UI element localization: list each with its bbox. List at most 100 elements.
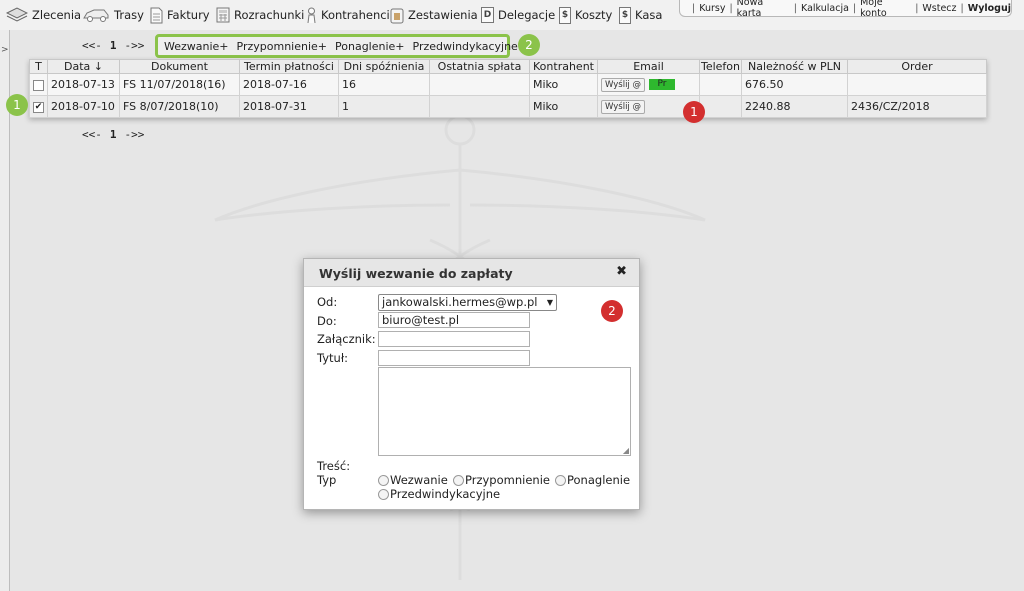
column-header[interactable]: Termin płatności xyxy=(239,59,339,74)
cell-telefon xyxy=(699,95,742,118)
stack-icon xyxy=(6,7,28,22)
prev-page-link[interactable]: <<- xyxy=(82,128,102,141)
nav-item-zestawienia[interactable]: Zestawienia xyxy=(390,4,478,26)
link-nowa-karta[interactable]: Nowa karta xyxy=(737,0,790,19)
from-select[interactable]: jankowalski.hermes@wp.pl ▼ xyxy=(378,294,557,311)
d-icon: D xyxy=(481,7,494,23)
column-header[interactable]: Dni spóźnienia xyxy=(338,59,430,74)
from-select-value: jankowalski.hermes@wp.pl xyxy=(382,295,538,309)
next-page-link[interactable]: ->> xyxy=(125,39,145,52)
separator: | xyxy=(960,2,964,14)
column-header[interactable]: Dokument xyxy=(119,59,240,74)
nav-item-label: Rozrachunki xyxy=(234,8,305,22)
dollar-icon: $ xyxy=(559,6,571,24)
from-label: Od: xyxy=(317,295,338,309)
column-header[interactable]: Telefon xyxy=(699,59,742,74)
to-field[interactable]: biuro@test.pl xyxy=(378,312,530,328)
report-icon xyxy=(390,8,404,23)
dialog-title: Wyślij wezwanie do zapłaty xyxy=(319,266,513,281)
cell-termin: 2018-07-16 xyxy=(239,73,339,96)
link-wstecz[interactable]: Wstecz xyxy=(922,3,956,14)
step-badge-2: 2 xyxy=(518,34,540,56)
subject-label: Tytuł: xyxy=(317,351,348,365)
column-header[interactable]: Ostatnia spłata xyxy=(429,59,530,74)
type-radio-przedwindykacyjne[interactable]: Przedwindykacyjne xyxy=(378,487,500,501)
nav-item-label: Zlecenia xyxy=(32,8,82,22)
nav-item-label: Koszty xyxy=(575,8,613,22)
attachment-label: Załącznik: xyxy=(317,332,376,346)
nav-item-label: Zestawienia xyxy=(408,8,478,22)
send-email-button[interactable]: Wyślij @ xyxy=(601,78,646,92)
type-radio-ponaglenie[interactable]: Ponaglenie xyxy=(555,473,630,487)
cell-kontrahent: Miko xyxy=(529,73,598,96)
dollar-icon: $ xyxy=(619,6,631,24)
status-badge: Pr xyxy=(649,78,676,90)
row-checkbox-checked[interactable]: ✔ xyxy=(33,101,44,113)
person-icon xyxy=(307,7,316,23)
cell-naleznosc: 676.50 xyxy=(741,73,848,96)
attachment-field[interactable] xyxy=(378,331,530,347)
nav-item-label: Delegacje xyxy=(498,8,556,22)
cell-naleznosc: 2240.88 xyxy=(741,95,848,118)
column-header[interactable]: Data ↓ xyxy=(47,59,120,74)
link-przedwindykacyjne[interactable]: Przedwindykacyjne+ xyxy=(413,40,528,53)
nav-item-kontrahenci[interactable]: Kontrahenci xyxy=(306,4,390,26)
link-kursy[interactable]: Kursy xyxy=(699,3,725,14)
logout-link[interactable]: Wyloguj xyxy=(968,3,1011,14)
close-icon[interactable]: ✖ xyxy=(616,264,627,279)
to-label: Do: xyxy=(317,314,337,328)
prev-page-link[interactable]: <<- xyxy=(82,39,102,52)
reminder-type-links: Wezwanie+ Przypomnienie+ Ponaglenie+ Prz… xyxy=(155,34,527,58)
nav-item-label: Trasy xyxy=(114,8,144,22)
radio-icon xyxy=(453,475,464,486)
type-radio-przypomnienie[interactable]: Przypomnienie xyxy=(453,473,550,487)
nav-item-kasa[interactable]: $ Kasa xyxy=(619,4,662,26)
column-header[interactable]: T xyxy=(29,59,48,74)
column-header[interactable]: Email xyxy=(597,59,700,74)
car-icon xyxy=(83,9,109,22)
row-checkbox-cell: ✔ xyxy=(29,95,48,118)
cell-dokument: FS 11/07/2018(16) xyxy=(119,73,240,96)
type-radio-wezwanie[interactable]: Wezwanie xyxy=(378,473,448,487)
link-moje-konto[interactable]: Moje konto xyxy=(860,0,911,19)
nav-item-trasy[interactable]: Trasy xyxy=(82,4,144,26)
link-przypomnienie[interactable]: Przypomnienie+ xyxy=(237,40,327,53)
next-page-link[interactable]: ->> xyxy=(125,128,145,141)
nav-item-koszty[interactable]: $ Koszty xyxy=(559,4,612,26)
cell-dni: 1 xyxy=(338,95,430,118)
radio-label: Wezwanie xyxy=(390,473,448,487)
separator: | xyxy=(793,2,797,14)
account-menu: | Kursy | Nowa karta | Kalkulacja | Moje… xyxy=(679,0,1012,19)
left-sidebar-toggle[interactable]: > xyxy=(0,30,10,591)
link-wezwanie[interactable]: Wezwanie+ xyxy=(164,40,229,53)
column-header[interactable]: Kontrahent xyxy=(529,59,598,74)
dialog-header: Wyślij wezwanie do zapłaty ✖ xyxy=(304,259,639,287)
nav-item-faktury[interactable]: Faktury xyxy=(150,4,210,26)
column-header[interactable]: Należność w PLN xyxy=(741,59,848,74)
link-ponaglenie[interactable]: Ponaglenie+ xyxy=(335,40,405,53)
calculator-icon xyxy=(216,7,230,23)
expand-arrow-icon: > xyxy=(1,45,9,55)
pagination-bottom: <<- 1 ->> xyxy=(82,128,144,141)
row-checkbox[interactable] xyxy=(33,79,44,91)
body-textarea[interactable]: ◢ xyxy=(378,367,631,456)
invoices-table: T Data ↓ Dokument Termin płatności Dni s… xyxy=(29,59,987,118)
link-kalkulacja[interactable]: Kalkulacja xyxy=(801,3,849,14)
step-badge-1-red: 1 xyxy=(683,101,705,123)
separator: | xyxy=(729,2,733,14)
nav-item-zlecenia[interactable]: Zlecenia xyxy=(6,4,81,26)
document-icon xyxy=(150,7,163,23)
step-badge-1: 1 xyxy=(6,94,28,116)
nav-item-rozrachunki[interactable]: Rozrachunki xyxy=(216,4,304,26)
nav-item-delegacje[interactable]: D Delegacje xyxy=(481,4,555,26)
nav-item-label: Kontrahenci xyxy=(321,8,390,22)
resize-grip-icon[interactable]: ◢ xyxy=(623,446,629,455)
type-label: Typ xyxy=(317,473,337,487)
send-email-button[interactable]: Wyślij @ xyxy=(601,100,646,114)
radio-icon xyxy=(555,475,566,486)
column-header[interactable]: Order xyxy=(847,59,987,74)
cell-telefon xyxy=(699,73,742,96)
cell-order xyxy=(847,73,987,96)
current-page: 1 xyxy=(109,128,117,141)
subject-field[interactable] xyxy=(378,350,530,366)
